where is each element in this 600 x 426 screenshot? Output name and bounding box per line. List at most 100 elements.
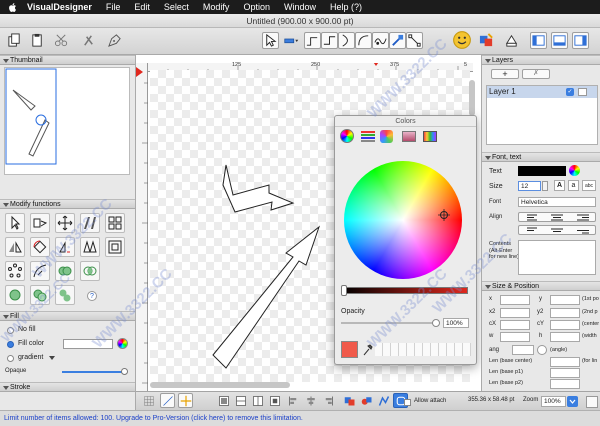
path-function-button[interactable] (30, 261, 50, 281)
rotate-function-button[interactable] (30, 237, 50, 257)
arc-tool[interactable] (355, 32, 372, 49)
help-button[interactable]: ? (87, 291, 97, 301)
pencils-tab-icon[interactable] (423, 131, 437, 142)
step-line-tool[interactable] (321, 32, 338, 49)
text-case-button[interactable]: a (568, 180, 579, 191)
arrange-front-button[interactable] (216, 393, 231, 408)
select-arrow-tool[interactable] (262, 32, 279, 49)
gradient-radio[interactable] (7, 355, 14, 362)
intersect-function-button[interactable] (80, 261, 100, 281)
w-field[interactable] (500, 332, 530, 342)
allow-attach-checkbox[interactable] (404, 399, 411, 406)
curve-tool[interactable] (338, 32, 355, 49)
shapes-tool-button[interactable] (359, 393, 374, 408)
font-family-field[interactable]: Helvetica (518, 197, 596, 207)
fill-header[interactable]: Fill (0, 311, 135, 321)
text-abc-button[interactable]: abc (582, 180, 596, 191)
fill-opacity-thumb[interactable] (121, 368, 128, 375)
menu-window[interactable]: Window (277, 2, 323, 12)
snap-line-button[interactable] (160, 393, 175, 408)
arrow-shape-upper[interactable] (222, 164, 295, 213)
flip-function-button[interactable] (55, 237, 75, 257)
edit-points-tool[interactable] (406, 32, 423, 49)
node-function-button[interactable] (30, 213, 50, 233)
color-palettes-tab-icon[interactable] (380, 130, 393, 143)
exclude-function-button[interactable] (30, 285, 50, 305)
delete-button[interactable] (79, 31, 98, 50)
x2-field[interactable] (500, 308, 530, 318)
menu-select[interactable]: Select (157, 2, 196, 12)
remove-layer-button[interactable]: ✗ (522, 69, 550, 79)
menu-file[interactable]: File (99, 2, 128, 12)
add-layer-button[interactable]: + (491, 69, 519, 79)
eyedropper-icon[interactable] (362, 343, 373, 356)
text-style-button[interactable]: A (554, 180, 565, 191)
thumbnail-header[interactable]: Thumbnail (0, 55, 135, 65)
skew-function-button[interactable] (80, 213, 100, 233)
layers-header[interactable]: Layers (482, 55, 600, 65)
cut-button[interactable] (52, 31, 71, 50)
stroke-header[interactable]: Stroke (0, 382, 135, 392)
color-swatch-grid[interactable] (375, 343, 471, 356)
vertical-align-control[interactable] (518, 225, 596, 235)
upgrade-notice[interactable]: Limit number of items allowed: 100. Upgr… (0, 410, 600, 426)
current-color-swatch[interactable] (341, 341, 358, 358)
colors-window-title[interactable]: Colors (335, 116, 476, 127)
subtract-function-button[interactable] (5, 285, 25, 305)
divide-function-button[interactable] (55, 285, 75, 305)
brightness-slider-thumb[interactable] (341, 285, 347, 296)
arrange-backward-button[interactable] (267, 393, 282, 408)
font-size-stepper[interactable] (542, 181, 548, 191)
clear-button[interactable] (502, 31, 521, 50)
color-tool-button[interactable] (342, 393, 357, 408)
fill-color-well[interactable] (63, 339, 113, 349)
len-p1-field[interactable] (550, 368, 580, 378)
fill-color-radio[interactable] (7, 341, 14, 348)
show-bottom-panel-button[interactable] (551, 32, 568, 49)
colors-opacity-slider[interactable] (341, 322, 437, 324)
x-field[interactable] (500, 295, 530, 305)
brightness-slider[interactable] (341, 287, 468, 294)
y-field[interactable] (550, 295, 580, 305)
mirror-function-button[interactable] (5, 237, 25, 257)
color-sliders-tab-icon[interactable] (361, 130, 375, 142)
move-function-button[interactable] (55, 213, 75, 233)
align-left-button[interactable] (286, 393, 301, 408)
canvas-vertical-scrollbar[interactable] (469, 80, 475, 116)
layer-lock-checkbox[interactable] (578, 88, 587, 96)
image-palettes-tab-icon[interactable] (402, 131, 416, 142)
angle-dial[interactable] (537, 345, 547, 355)
menu-help[interactable]: Help (?) (323, 2, 369, 12)
menu-option[interactable]: Option (236, 2, 277, 12)
thumbnail-preview[interactable] (4, 67, 130, 175)
freehand-tool[interactable] (372, 32, 389, 49)
canvas-horizontal-scrollbar[interactable] (150, 382, 290, 388)
snap-guide-button[interactable] (178, 393, 193, 408)
grid-function-button[interactable] (105, 213, 125, 233)
fill-opacity-slider[interactable] (62, 371, 124, 373)
union-function-button[interactable] (55, 261, 75, 281)
apple-icon[interactable] (6, 2, 20, 13)
menu-app-name[interactable]: VisualDesigner (20, 2, 99, 12)
len-p2-field[interactable] (550, 379, 580, 389)
colors-opacity-field[interactable]: 100% (443, 318, 469, 328)
colors-opacity-thumb[interactable] (432, 319, 440, 327)
horizontal-align-control[interactable] (518, 212, 596, 222)
color-wheel-tab-icon[interactable] (340, 129, 354, 143)
cy-field[interactable] (550, 320, 580, 330)
align-right-button[interactable] (320, 393, 335, 408)
no-fill-radio[interactable] (7, 327, 14, 334)
arrange-forward-button[interactable] (250, 393, 265, 408)
len-center-field[interactable] (550, 357, 580, 367)
menu-edit[interactable]: Edit (127, 2, 157, 12)
modify-functions-header[interactable]: Modify functions (0, 199, 135, 209)
select-function-button[interactable] (5, 213, 25, 233)
snap-grid-button[interactable] (142, 393, 156, 408)
frame-function-button[interactable] (105, 237, 125, 257)
arrow-shape-lower[interactable] (212, 225, 321, 369)
fit-window-button[interactable] (586, 396, 598, 408)
copy-button[interactable] (5, 31, 24, 50)
gradient-dropdown-icon[interactable] (49, 356, 55, 360)
show-right-panel-button[interactable] (572, 32, 589, 49)
text-contents-area[interactable] (518, 240, 596, 275)
